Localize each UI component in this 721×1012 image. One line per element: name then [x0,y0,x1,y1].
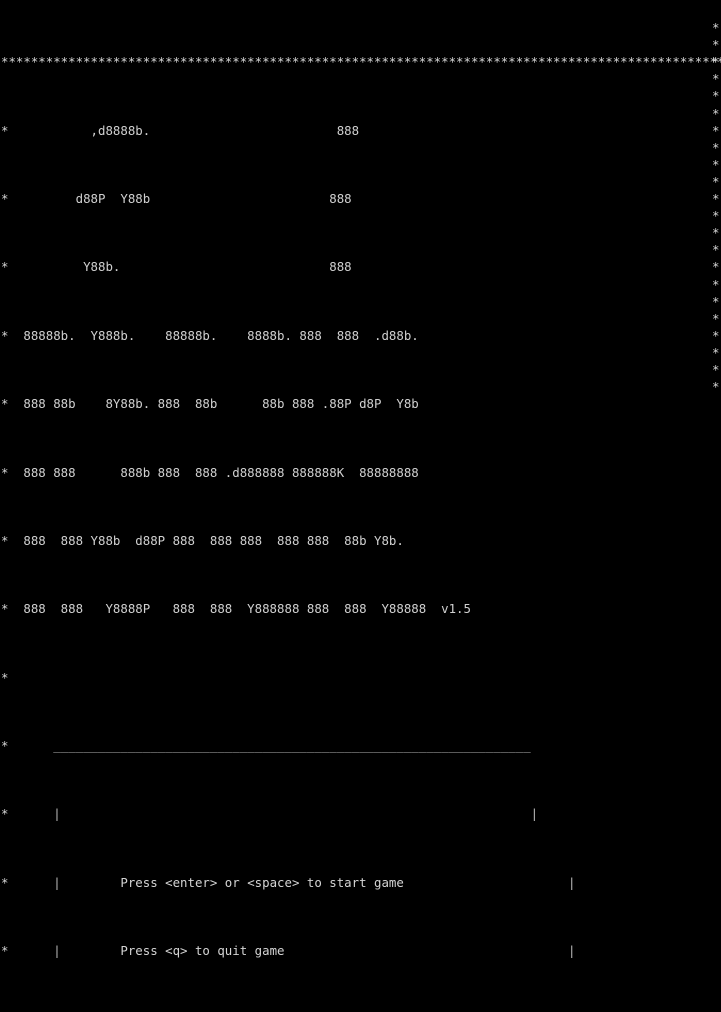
border-left-icon: * [1,601,8,616]
logo-row-8: * 888 888 Y8888P 888 888 Y888888 888 888… [1,600,721,617]
logo-row-1: * ,d8888b. 888 [1,122,721,139]
logo-line-5: 888 88b 8Y88b. 888 88b 88b 888 .88P d8P … [8,396,418,411]
border-left-icon: * [1,670,8,685]
border-left-icon: * [1,875,8,890]
logo-line-7: 888 888 Y88b d88P 888 888 888 888 888 88… [8,533,403,548]
logo-row-5: * 888 88b 8Y88b. 888 88b 88b 888 .88P d8… [1,395,721,412]
dialog-row-blank-1: * | | [1,805,721,822]
border-left-icon: * [1,943,8,958]
border-left-icon: * [1,806,8,821]
logo-line-8: 888 888 Y8888P 888 888 Y888888 888 888 Y… [8,601,471,616]
dialog-right-border: | [568,943,575,958]
logo-row-3: * Y88b. 888 [1,258,721,275]
dialog-right-border: | [568,875,575,890]
dialog-right-border: | [531,806,538,821]
logo-line-1: ,d8888b. 888 [8,123,359,138]
logo-line-3: Y88b. 888 [8,259,351,274]
logo-row-4: * 88888b. Y888b. 88888b. 8888b. 888 888 … [1,327,721,344]
dialog-left-border: | [8,943,60,958]
menu-item-start-game[interactable]: Press <enter> or <space> to start game [120,875,403,890]
logo-line-6: 888 888 888b 888 888 .d888888 888888K 88… [8,465,418,480]
dialog-left-border: | [8,806,60,821]
dialog-top-border-row: * ______________________________________… [1,737,721,754]
logo-row-6: * 888 888 888b 888 888 .d888888 888888K … [1,464,721,481]
terminal-screen: ****************************************… [1,2,721,1012]
menu-item-quit-game[interactable]: Press <q> to quit game [120,943,284,958]
dialog-row-quit-game[interactable]: * | Press <q> to quit game | [1,942,721,959]
spacer-row-1: * [1,669,721,686]
logo-line-4: 88888b. Y888b. 88888b. 8888b. 888 888 .d… [8,328,418,343]
terminal-window: ****************************************… [0,0,721,506]
dialog-top-border: ________________________________________… [8,738,530,753]
dialog-left-border: | [8,875,60,890]
logo-row-2: * d88P Y88b 888 [1,190,721,207]
border-top-row: ****************************************… [1,53,721,70]
logo-line-2: d88P Y88b 888 [8,191,351,206]
dialog-row-blank-2: * | | [1,1011,721,1012]
border-left-icon: * [1,533,8,548]
dialog-row-start-game[interactable]: * | Press <enter> or <space> to start ga… [1,874,721,891]
logo-row-7: * 888 888 Y88b d88P 888 888 888 888 888 … [1,532,721,549]
border-left-icon: * [1,738,8,753]
